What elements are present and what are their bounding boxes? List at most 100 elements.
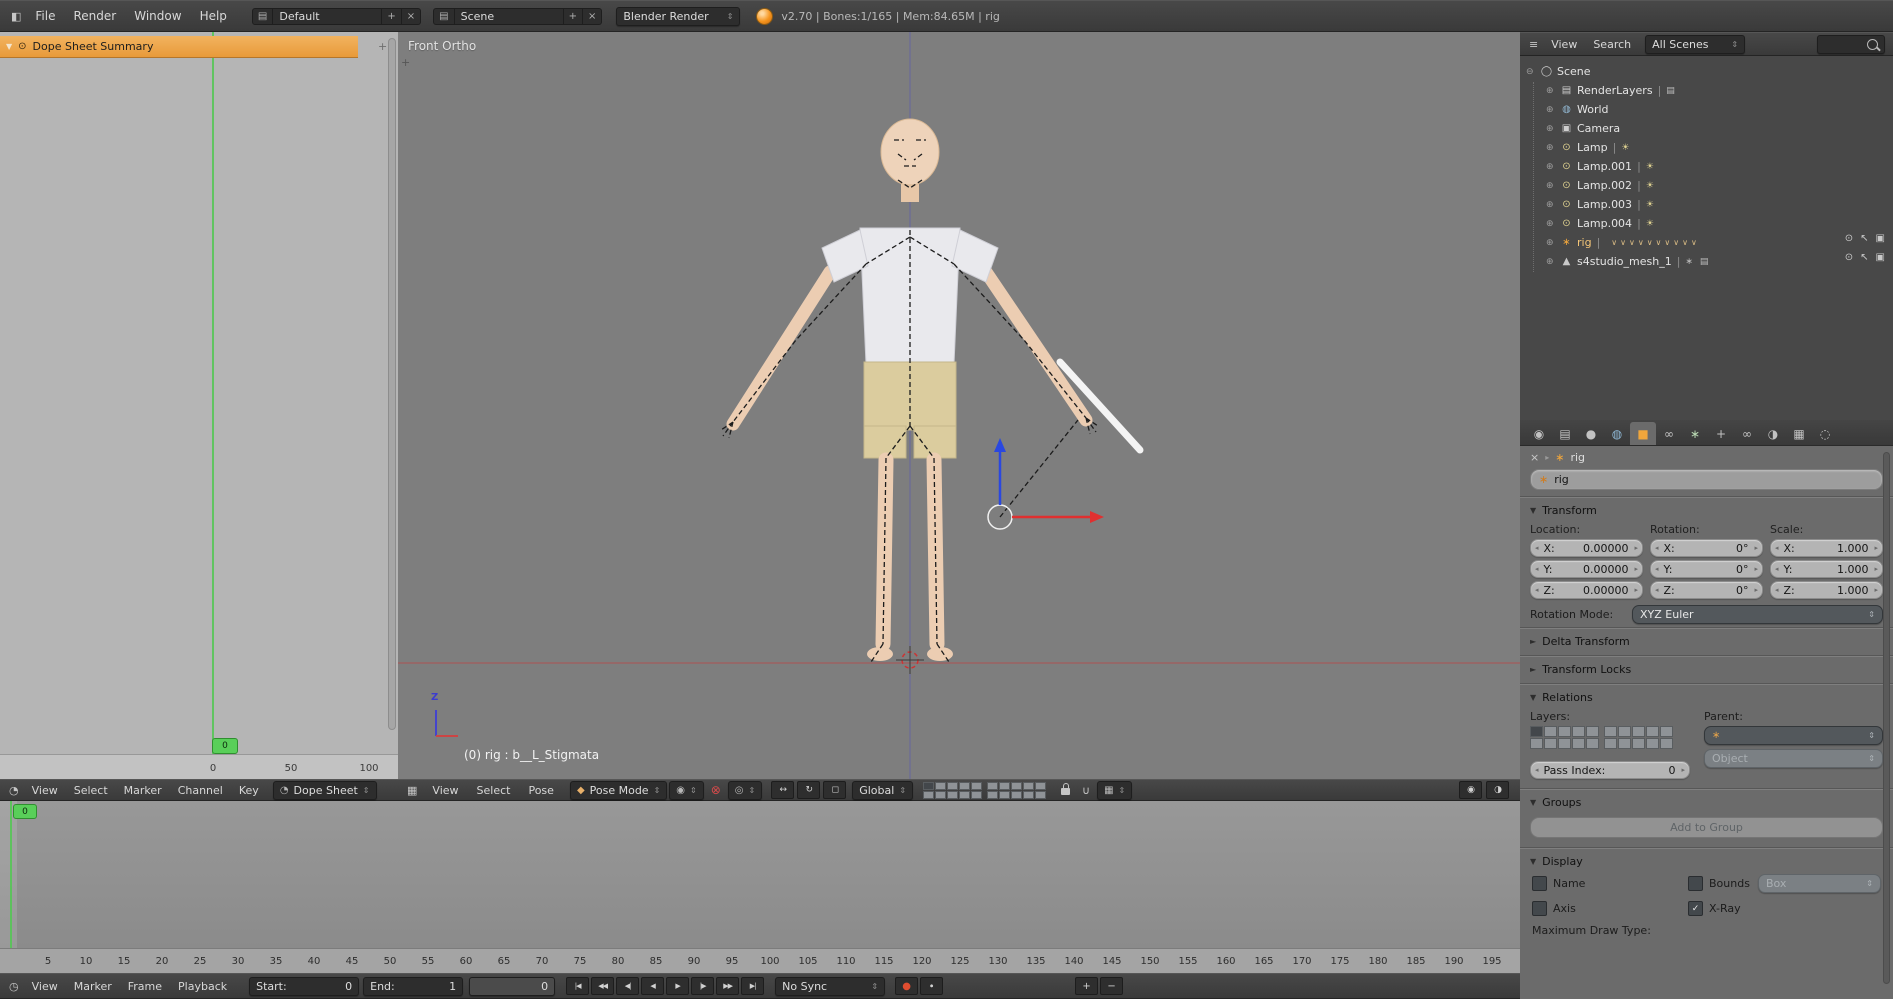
layer-toggle[interactable] [1572,726,1585,737]
playback-button[interactable]: |◀ [566,977,590,995]
layer-toggle[interactable] [1618,726,1631,737]
layer-toggle[interactable] [1632,738,1645,749]
expand-toggle-icon[interactable]: ⊕ [1546,219,1559,229]
delta-transform-panel-header[interactable]: ► Delta Transform [1520,628,1893,652]
parent-field[interactable]: ∗ ⇕ [1704,726,1883,745]
playback-button[interactable]: ◀| [616,977,640,995]
stepper-right-icon[interactable]: ▸ [1753,544,1759,552]
sync-dropdown[interactable]: No Sync ⇕ [775,976,886,996]
layer-toggle[interactable] [935,790,947,799]
manipulator-toggle-button[interactable]: ◻ [823,781,847,799]
outliner-item-label[interactable]: RenderLayers [1577,84,1653,97]
location-x-field[interactable]: ◂ X: 0.00000 ▸ [1530,539,1643,557]
layer-toggle[interactable] [999,781,1011,790]
outliner-row-renderlayers[interactable]: ⊕ ▤ RenderLayers | ▤ [1520,81,1893,100]
renderable-icon[interactable]: ▣ [1876,252,1885,263]
shading-dropdown[interactable]: ◉ ⇕ [669,780,704,800]
outliner-item-label[interactable]: Lamp.002 [1577,179,1632,192]
current-frame-badge[interactable]: 0 [13,804,37,819]
stepper-left-icon[interactable]: ◂ [1534,544,1540,552]
stepper-right-icon[interactable]: ▸ [1753,565,1759,573]
outliner-item-label[interactable]: Camera [1577,122,1620,135]
current-frame-line[interactable] [212,32,214,779]
layer-toggle[interactable] [1660,726,1673,737]
orientation-dropdown[interactable]: Global ⇕ [852,780,914,800]
layer-toggle[interactable] [1544,726,1557,737]
menu-key[interactable]: Key [231,784,267,797]
dope-sheet-summary-row[interactable]: ▼ ⊙ Dope Sheet Summary [0,36,358,58]
editor-type-icon[interactable]: ◧ [6,11,26,22]
menu-select[interactable]: Select [66,784,116,797]
layer-toggle[interactable] [1572,738,1585,749]
scale-y-field[interactable]: ◂ Y: 1.000 ▸ [1770,560,1883,578]
rotation-x-field[interactable]: ◂ X: 0° ▸ [1650,539,1763,557]
outliner-item-label[interactable]: World [1577,103,1609,116]
layout-name-field[interactable]: Default [273,7,383,25]
menu-window[interactable]: Window [125,9,190,23]
xray-checkbox[interactable]: ✓ X-Ray [1688,901,1881,916]
stepper-right-icon[interactable]: ▸ [1633,565,1639,573]
region-expand-icon[interactable]: + [378,40,387,53]
editor-type-icon[interactable]: ◔ [4,785,24,796]
layer-toggle[interactable] [947,781,959,790]
selectable-icon[interactable]: ↖ [1860,233,1868,244]
lamp-data-icon[interactable]: ☀ [1646,219,1654,229]
dope-sheet-mode-dropdown[interactable]: ◔ Dope Sheet ⇕ [272,780,377,800]
layer-toggle[interactable] [1646,738,1659,749]
pivot-point-dropdown[interactable]: ◎ ⇕ [727,780,763,800]
expand-toggle-icon[interactable]: ⊕ [1546,238,1559,248]
layer-toggle[interactable] [1530,726,1543,737]
layer-toggle[interactable] [1586,738,1599,749]
layer-toggle[interactable] [1558,726,1571,737]
expand-toggle-icon[interactable]: ⊕ [1546,181,1559,191]
menu-view[interactable]: View [1543,38,1585,51]
properties-tab[interactable]: ∞ [1656,422,1682,445]
layer-toggle[interactable] [923,781,935,790]
timeline-ruler[interactable]: 5 10 15 20 25 30 35 40 45 50 55 60 65 70 75 80 85 90 95 100… [0,948,1520,974]
stepper-left-icon[interactable]: ◂ [1654,586,1660,594]
opengl-render-button[interactable]: ◑ [1486,781,1509,799]
layer-toggle[interactable] [959,781,971,790]
location-y-field[interactable]: ◂ Y: 0.00000 ▸ [1530,560,1643,578]
render-layer-data-icon[interactable]: ▤ [1666,86,1675,96]
stepper-left-icon[interactable]: ◂ [1774,565,1780,573]
lamp-data-icon[interactable]: ☀ [1646,200,1654,210]
rotation-mode-dropdown[interactable]: XYZ Euler ⇕ [1632,605,1883,624]
menu-file[interactable]: File [26,9,64,23]
menu-frame[interactable]: Frame [120,980,170,993]
timeline-body[interactable] [0,801,1520,948]
properties-tab[interactable]: ▦ [1786,422,1812,445]
pass-index-field[interactable]: ◂ Pass Index: 0 ▸ [1530,761,1690,779]
expand-toggle-icon[interactable]: ⊕ [1546,124,1559,134]
axis-checkbox[interactable]: Axis [1532,901,1682,916]
relations-panel-header[interactable]: ▼ Relations [1520,684,1893,708]
delete-layout-icon[interactable]: × [401,7,422,25]
channel-expand-icon[interactable]: ▼ [6,42,12,51]
menu-search[interactable]: Search [1585,38,1639,51]
menu-pose[interactable]: Pose [520,784,561,797]
properties-tab[interactable]: ∗ [1682,422,1708,445]
outliner-row-lamp-001[interactable]: ⊕ ⊙ Lamp.001 | ☀ [1520,157,1893,176]
properties-tab[interactable]: ● [1578,422,1604,445]
outliner-row-lamp-002[interactable]: ⊕ ⊙ Lamp.002 | ☀ [1520,176,1893,195]
layer-toggle[interactable] [971,781,983,790]
current-frame-field[interactable]: 0 [469,976,556,996]
stepper-right-icon[interactable]: ▸ [1873,544,1879,552]
layer-toggle[interactable] [959,790,971,799]
stepper-right-icon[interactable]: ▸ [1753,586,1759,594]
hide-icon[interactable]: ⊙ [1845,252,1853,263]
stepper-left-icon[interactable]: ◂ [1654,544,1660,552]
properties-tab[interactable]: ◍ [1604,422,1630,445]
manipulator-toggle-button[interactable]: ↻ [797,781,821,799]
keyframe-button[interactable]: + [1075,977,1099,995]
playback-button[interactable]: ▶| [741,977,765,995]
outliner-item-label[interactable]: Lamp.004 [1577,217,1632,230]
summary-label[interactable]: Dope Sheet Summary [33,40,154,53]
transform-panel-header[interactable]: ▼ Transform [1520,497,1893,521]
rotation-y-field[interactable]: ◂ Y: 0° ▸ [1650,560,1763,578]
armature-layer-icons[interactable]: ∨∨∨∨∨∨∨∨∨∨ [1611,238,1700,247]
selectable-icon[interactable]: ↖ [1860,252,1868,263]
outliner-row-camera[interactable]: ⊕ ▣ Camera [1520,119,1893,138]
layer-toggle[interactable] [1604,738,1617,749]
scale-z-field[interactable]: ◂ Z: 1.000 ▸ [1770,581,1883,599]
